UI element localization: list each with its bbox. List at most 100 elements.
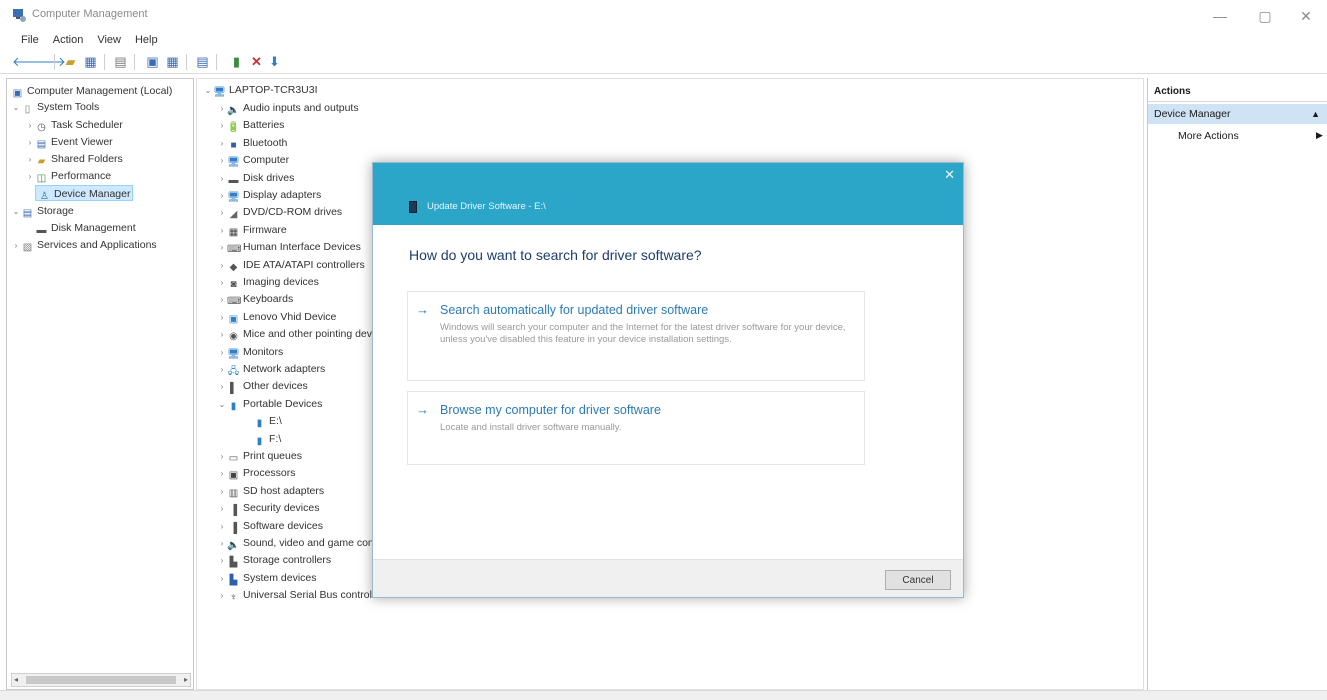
device-category-dvd-drive[interactable]: › ◢ DVD/CD-ROM drives — [217, 204, 343, 221]
device-category-battery[interactable]: › 🔋 Batteries — [217, 117, 285, 134]
chevron-right-icon[interactable]: › — [217, 222, 227, 239]
chevron-right-icon[interactable]: › — [217, 170, 227, 187]
uninstall-device-icon[interactable]: ✕ — [248, 53, 265, 70]
device-category-storage-controller[interactable]: › ▙ Storage controllers — [217, 552, 331, 569]
tree-root[interactable]: ▣ Computer Management (Local) — [11, 83, 173, 99]
chevron-right-icon[interactable]: › — [217, 274, 227, 291]
chevron-right-icon[interactable]: › — [217, 291, 227, 308]
chevron-right-icon[interactable]: › — [217, 465, 227, 482]
chevron-down-icon[interactable]: ⌄ — [217, 396, 227, 413]
chevron-right-icon[interactable]: › — [217, 257, 227, 274]
device-category-firmware[interactable]: › ▦ Firmware — [217, 222, 287, 239]
chevron-right-icon[interactable]: › — [25, 152, 35, 168]
chevron-right-icon[interactable]: › — [217, 500, 227, 517]
chevron-right-icon[interactable]: › — [217, 326, 227, 343]
tree-item-shared-folders[interactable]: › ▰ Shared Folders — [25, 151, 123, 167]
device-tree-root[interactable]: ⌄ 🖥 LAPTOP-TCR3U3I — [203, 82, 318, 99]
tree-item-event-viewer[interactable]: › ▤ Event Viewer — [25, 134, 113, 150]
device-category-display-adapter[interactable]: › 🖥 Display adapters — [217, 187, 322, 204]
tree-item-system-tools[interactable]: ⌄ ▯ System Tools — [11, 99, 100, 116]
device-category-vhid[interactable]: › ▣ Lenovo Vhid Device — [217, 309, 337, 326]
chevron-right-icon[interactable]: › — [217, 152, 227, 169]
device-category-monitor[interactable]: › 🖥 Monitors — [217, 344, 284, 361]
device-category-bluetooth[interactable]: › ■ Bluetooth — [217, 135, 288, 152]
chevron-right-icon[interactable]: › — [217, 117, 227, 134]
device-category-other-device[interactable]: › ▌ Other devices — [217, 378, 308, 395]
chevron-right-icon[interactable]: › — [217, 518, 227, 535]
scan-hardware-icon[interactable]: ▤ — [194, 53, 211, 70]
chevron-down-icon[interactable]: ⌄ — [11, 100, 21, 116]
chevron-right-icon[interactable]: › — [217, 239, 227, 256]
device-category-mouse[interactable]: › ◉ Mice and other pointing devices — [217, 326, 391, 343]
view-icon[interactable]: ▦ — [164, 53, 181, 70]
help-icon[interactable]: ▣ — [144, 53, 161, 70]
chevron-right-icon[interactable]: › — [217, 100, 227, 117]
chevron-right-icon[interactable]: › — [217, 570, 227, 587]
forward-arrow-icon[interactable]: 🡒 — [31, 53, 66, 70]
chevron-right-icon[interactable]: › — [217, 361, 227, 378]
portable-device-item[interactable]: ▮ E:\ — [253, 413, 282, 430]
back-arrow-icon[interactable]: 🡐 — [12, 53, 47, 70]
browse-computer-option[interactable]: → Browse my computer for driver software… — [407, 391, 865, 465]
tree-item-device-manager[interactable]: ♙ Device Manager — [35, 185, 134, 202]
tree-item-disk-management[interactable]: ▬ Disk Management — [35, 220, 136, 236]
chevron-down-icon[interactable]: ⌄ — [203, 82, 213, 99]
tree-item-task-scheduler[interactable]: › ◷ Task Scheduler — [25, 117, 123, 133]
device-category-ide-controller[interactable]: › ◆ IDE ATA/ATAPI controllers — [217, 257, 365, 274]
chevron-right-icon[interactable]: › — [217, 344, 227, 361]
menu-file[interactable]: File — [14, 30, 46, 50]
scrollbar-thumb[interactable] — [26, 676, 176, 684]
device-category-computer[interactable]: › 🖥 Computer — [217, 152, 289, 169]
chevron-right-icon[interactable]: › — [217, 187, 227, 204]
device-category-audio[interactable]: › 🔈 Audio inputs and outputs — [217, 100, 359, 117]
device-category-hid[interactable]: › ⌨ Human Interface Devices — [217, 239, 361, 256]
show-hide-tree-icon[interactable]: ▦ — [82, 53, 99, 70]
device-category-processor[interactable]: › ▣ Processors — [217, 465, 296, 482]
update-driver-icon[interactable]: ▮ — [228, 53, 245, 70]
device-category-print-queue[interactable]: › ▭ Print queues — [217, 448, 302, 465]
chevron-down-icon[interactable]: ⌄ — [11, 204, 21, 220]
enable-device-icon[interactable]: ⬇ — [266, 53, 283, 70]
chevron-right-icon[interactable]: › — [217, 135, 227, 152]
chevron-right-icon[interactable]: › — [25, 135, 35, 151]
device-category-network-adapter[interactable]: › 🖧 Network adapters — [217, 361, 326, 378]
device-category-sd-host[interactable]: › ▥ SD host adapters — [217, 483, 324, 500]
maximize-button[interactable]: ▢ — [1245, 4, 1285, 28]
tree-item-services-apps[interactable]: › ▧ Services and Applications — [11, 237, 157, 253]
chevron-right-icon[interactable]: › — [217, 448, 227, 465]
device-category-usb[interactable]: › ♆ Universal Serial Bus controllers — [217, 587, 389, 604]
device-category-camera[interactable]: › ◙ Imaging devices — [217, 274, 319, 291]
device-category-keyboard[interactable]: › ⌨ Keyboards — [217, 291, 294, 308]
search-automatically-option[interactable]: → Search automatically for updated drive… — [407, 291, 865, 381]
chevron-right-icon[interactable]: › — [217, 378, 227, 395]
chevron-right-icon[interactable]: › — [217, 552, 227, 569]
menu-view[interactable]: View — [90, 30, 128, 50]
device-category-system-device[interactable]: › ▙ System devices — [217, 570, 317, 587]
device-category-disk-drive[interactable]: › ▬ Disk drives — [217, 170, 295, 187]
properties-icon[interactable]: ▤ — [112, 53, 129, 70]
collapse-arrow-icon[interactable]: ▲ — [1311, 104, 1320, 124]
scroll-right-icon[interactable]: ▸ — [184, 674, 188, 686]
horizontal-scrollbar[interactable]: ◂ ▸ — [11, 673, 191, 687]
chevron-right-icon[interactable]: › — [217, 587, 227, 604]
tree-item-storage[interactable]: ⌄ ▤ Storage — [11, 203, 74, 219]
scroll-left-icon[interactable]: ◂ — [14, 674, 18, 686]
cancel-button[interactable]: Cancel — [885, 570, 951, 590]
minimize-button[interactable]: — — [1200, 4, 1240, 28]
menu-action[interactable]: Action — [46, 30, 91, 50]
portable-device-item[interactable]: ▮ F:\ — [253, 431, 282, 448]
chevron-right-icon[interactable]: › — [217, 535, 227, 552]
chevron-right-icon[interactable]: › — [217, 204, 227, 221]
chevron-right-icon[interactable]: › — [25, 118, 35, 134]
dialog-close-icon[interactable]: ✕ — [944, 167, 955, 183]
more-actions-link[interactable]: More Actions — [1178, 130, 1239, 142]
chevron-right-icon[interactable]: › — [217, 309, 227, 326]
tree-item-performance[interactable]: › ◫ Performance — [25, 168, 111, 184]
menu-help[interactable]: Help — [128, 30, 165, 50]
up-folder-icon[interactable]: ▰ — [62, 53, 79, 70]
device-category-portable-devices[interactable]: ⌄ ▮ Portable Devices — [217, 396, 323, 413]
device-category-security-device[interactable]: › ▐ Security devices — [217, 500, 320, 517]
close-button[interactable]: ✕ — [1286, 4, 1326, 28]
device-category-software-device[interactable]: › ▐ Software devices — [217, 518, 323, 535]
chevron-right-icon[interactable]: › — [11, 238, 21, 254]
